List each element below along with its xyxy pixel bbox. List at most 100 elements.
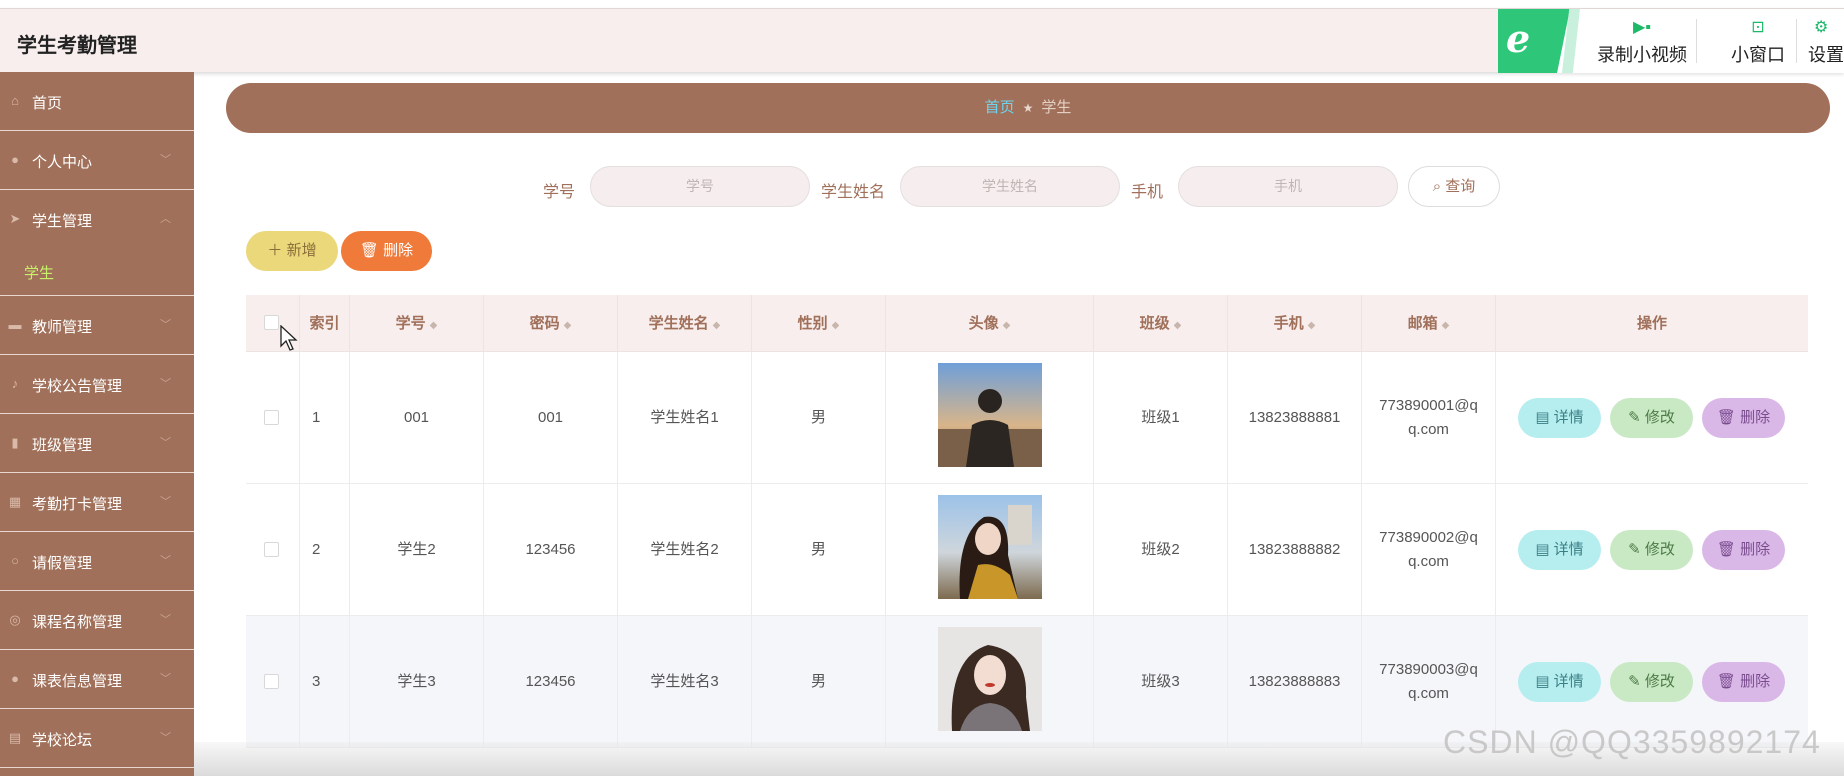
row-checkbox[interactable] [264,542,279,557]
sidebar-item-student-management[interactable]: ➤ 学生管理 ︿ [0,190,194,249]
cell-index: 2 [300,484,350,616]
sidebar-item-announcement-management[interactable]: ♪ 学校公告管理 ﹀ [0,355,194,414]
phone-label: 手机 [1131,184,1164,201]
sidebar-item-teacher-management[interactable]: ▬ 教师管理 ﹀ [0,296,194,355]
avatar [938,363,1042,467]
settings-button[interactable]: ⚙ 设置 [1808,9,1844,73]
mic-icon: ♪ [11,376,19,391]
header-gender[interactable]: 性别 ◆ [752,295,886,352]
cell-class: 班级2 [1094,484,1228,616]
app-title: 学生考勤管理 [17,35,137,57]
cell-index: 1 [300,352,350,484]
avatar [938,495,1042,599]
header-actions: 操作 [1636,315,1667,332]
cell-gender: 男 [752,352,886,484]
table-row: 1 001 001 学生姓名1 男 班级1 13823888881 773890… [246,352,1808,484]
delete-button[interactable]: 🗑 删除 [1702,398,1785,438]
chevron-down-icon: ﹀ [160,437,171,449]
cell-class: 班级3 [1094,616,1228,748]
table-header: 索引 学号 ◆ 密码 ◆ 学生姓名 ◆ 性别 ◆ 头像 ◆ 班级 ◆ 手机 ◆ 邮箱 ◆ 操作 [246,295,1808,352]
header-student-name[interactable]: 学生姓名 ◆ [618,295,752,352]
sidebar-item-personal-center[interactable]: ● 个人中心 ﹀ [0,131,194,190]
detail-button[interactable]: ▤ 详情 [1518,662,1601,702]
mini-window-button[interactable]: ⊡ 小窗口 [1708,9,1808,73]
edit-button[interactable]: ✎ 修改 [1610,398,1693,438]
breadcrumb-home[interactable]: 首页 [985,99,1015,116]
edit-button[interactable]: ✎ 修改 [1610,662,1693,702]
student-no-label: 学号 [543,184,576,201]
cell-email: 773890001@q q.com [1362,352,1496,484]
mouse-cursor-icon [280,325,298,351]
batch-delete-button[interactable]: 🗑 删除 [341,231,432,271]
trash-icon: 🗑 [1716,673,1736,690]
edit-button[interactable]: ✎ 修改 [1610,530,1693,570]
header-avatar[interactable]: 头像 ◆ [886,295,1094,352]
delete-button[interactable]: 🗑 删除 [1702,530,1785,570]
cell-password: 123456 [484,484,618,616]
sort-icon: ◆ [712,320,721,331]
chevron-down-icon: ﹀ [160,378,171,390]
student-no-input[interactable]: 学号 [590,166,810,207]
sidebar-subitem-student[interactable]: 学生 [0,246,194,296]
cell-student-no: 001 [350,352,484,484]
breadcrumb-current: 学生 [1041,99,1072,116]
sidebar-item-schedule-management[interactable]: ● 课表信息管理 ﹀ [0,650,194,709]
sidebar-item-attendance-management[interactable]: ▦ 考勤打卡管理 ﹀ [0,473,194,532]
record-video-button[interactable]: ▶▪ 录制小视频 [1574,9,1710,73]
location-icon: ● [11,671,19,686]
list-icon: ▤ [8,730,22,745]
chevron-down-icon: ﹀ [160,319,171,331]
search-icon: ⌕ [1432,178,1442,195]
cell-class: 班级1 [1094,352,1228,484]
sidebar-item-leave-management[interactable]: ○ 请假管理 ﹀ [0,532,194,591]
query-button[interactable]: ⌕ 查询 [1408,166,1500,207]
row-checkbox[interactable] [264,674,279,689]
sidebar: ⌂ 首页 ● 个人中心 ﹀ ➤ 学生管理 ︿ 学生 ▬ 教师管理 ﹀ ♪ 学校公… [0,72,194,776]
select-all-checkbox[interactable] [264,315,279,330]
plus-icon: ＋ [267,242,283,259]
header-class[interactable]: 班级 ◆ [1094,295,1228,352]
sidebar-item-school-forum[interactable]: ▤ 学校论坛 ﹀ [0,709,194,768]
header-password[interactable]: 密码 ◆ [484,295,618,352]
chevron-down-icon: ﹀ [160,496,171,508]
sidebar-item-course-name-management[interactable]: ◎ 课程名称管理 ﹀ [0,591,194,650]
sort-icon: ◆ [563,320,572,331]
cell-student-name: 学生姓名2 [618,484,752,616]
detail-button[interactable]: ▤ 详情 [1518,398,1601,438]
top-bar: 学生考勤管理 e ▶▪ 录制小视频 ⊡ 小窗口 ⚙ 设置 [0,8,1844,73]
sidebar-item-class-management[interactable]: ▮ 班级管理 ﹀ [0,414,194,473]
breadcrumb: 首页 ★ 学生 [226,83,1830,133]
cell-student-no: 学生2 [350,484,484,616]
sort-icon: ◆ [831,320,840,331]
sort-icon: ◆ [1307,320,1316,331]
cell-avatar [886,352,1094,484]
row-checkbox[interactable] [264,410,279,425]
trash-icon: 🗑 [359,242,379,259]
cell-email: 773890002@q q.com [1362,484,1496,616]
detail-button[interactable]: ▤ 详情 [1518,530,1601,570]
search-icon: ○ [11,553,19,568]
user-icon: ● [11,152,19,167]
trash-icon: 🗑 [1716,409,1736,426]
sidebar-item-home[interactable]: ⌂ 首页 [0,72,194,131]
cell-password: 123456 [484,616,618,748]
add-button[interactable]: ＋ 新增 [246,231,338,271]
phone-input[interactable]: 手机 [1178,166,1398,207]
pencil-icon: ✎ [1628,673,1641,690]
cell-gender: 男 [752,616,886,748]
sort-icon: ◆ [1441,320,1450,331]
header-student-no[interactable]: 学号 ◆ [350,295,484,352]
document-icon: ▤ [1535,409,1550,426]
pencil-icon: ✎ [1628,541,1641,558]
header-email[interactable]: 邮箱 ◆ [1362,295,1496,352]
delete-button[interactable]: 🗑 删除 [1702,662,1785,702]
cell-avatar [886,484,1094,616]
student-name-input[interactable]: 学生姓名 [900,166,1120,207]
header-phone[interactable]: 手机 ◆ [1228,295,1362,352]
sort-icon: ◆ [1173,320,1182,331]
cell-actions: ▤ 详情 ✎ 修改 🗑 删除 [1496,352,1808,484]
gear-icon: ⚙ [1814,19,1829,36]
cell-student-no: 学生3 [350,616,484,748]
recorder-logo-icon: e [1498,9,1570,73]
video-camera-icon: ▶▪ [1633,19,1651,36]
